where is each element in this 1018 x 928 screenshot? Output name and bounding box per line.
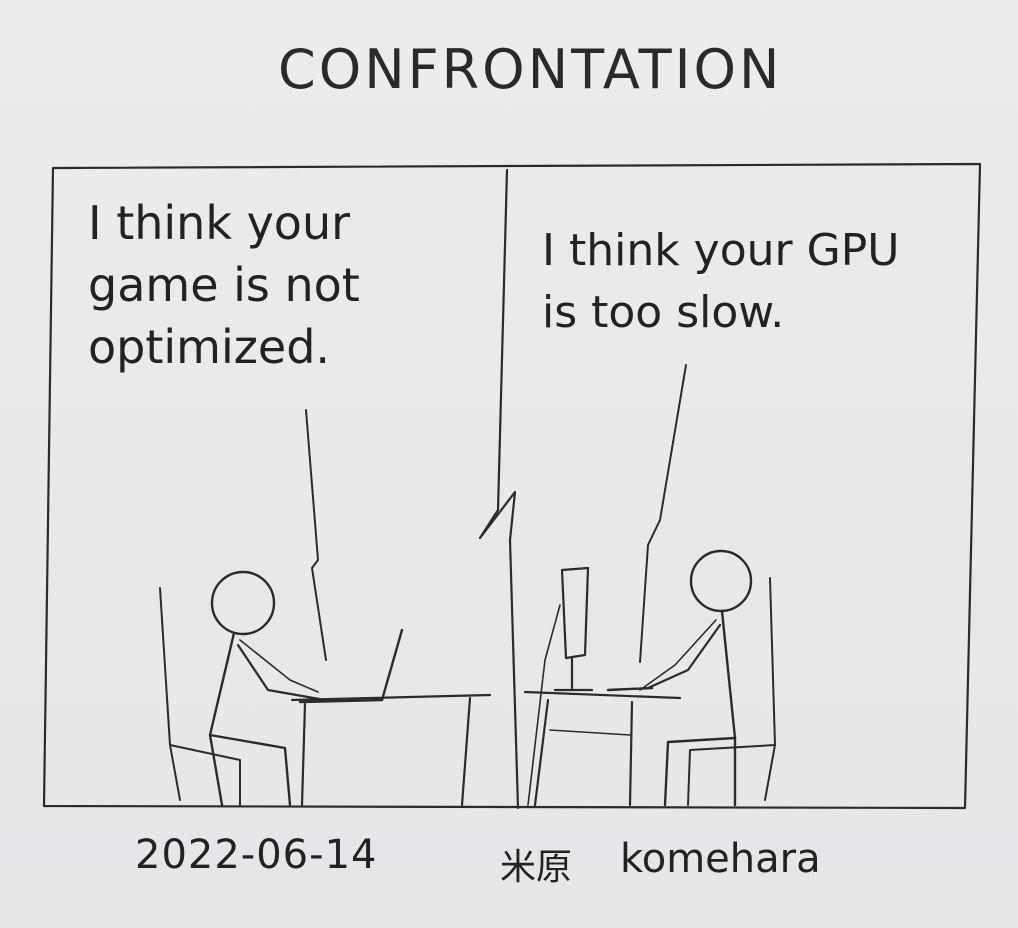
left-character-body — [208, 631, 292, 807]
signature-kanji: 米原 — [500, 847, 573, 888]
monitor-cable — [527, 604, 561, 806]
right-character-arm — [646, 623, 722, 690]
panel-divider — [478, 168, 520, 810]
speech-text-left: I think your game is not optimized. — [88, 196, 360, 374]
comic-page: CONFRONTATION I think your game is not o… — [0, 0, 1018, 928]
monitor — [553, 566, 594, 692]
left-chair — [159, 587, 241, 806]
comic-title: CONFRONTATION — [278, 38, 783, 101]
speech-tail-right — [639, 364, 687, 663]
right-character-arm-2 — [639, 619, 717, 691]
speech-text-right: I think your GPU is too slow. — [542, 225, 900, 338]
left-character-head — [210, 570, 276, 636]
right-desk-drawer — [549, 729, 631, 736]
left-desk — [290, 693, 492, 807]
right-desk — [523, 690, 682, 807]
speech-tail-left — [305, 409, 327, 661]
keyboard — [606, 686, 654, 692]
left-character-leg — [208, 733, 224, 807]
signature-date: 2022-06-14 — [135, 832, 378, 878]
right-chair — [687, 577, 776, 806]
right-character-head — [689, 549, 753, 613]
comic-drawing — [42, 162, 982, 810]
signature-name: komehara — [620, 836, 821, 882]
right-character-body — [663, 609, 737, 807]
